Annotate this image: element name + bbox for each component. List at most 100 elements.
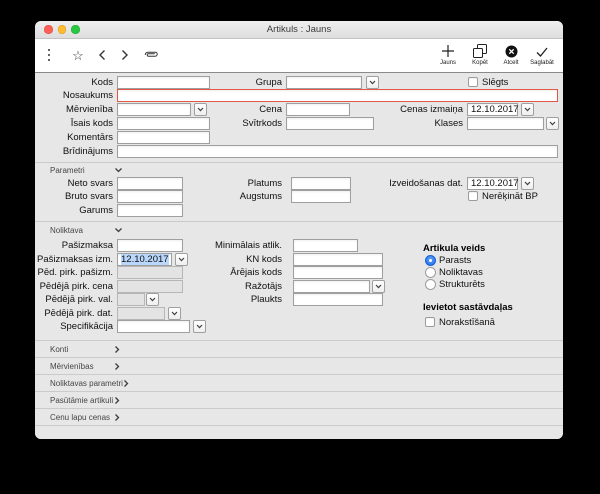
minimalais-atlik-label: Minimālais atlik.: [175, 239, 282, 252]
section-divider: [35, 408, 563, 409]
minimize-window-button[interactable]: [58, 25, 67, 34]
specifikacija-input[interactable]: [117, 320, 190, 333]
copy-icon: [473, 43, 487, 58]
chevron-down-icon: [549, 121, 556, 126]
toolbar: ☆ Jauns Kopēt Atcelt: [35, 39, 563, 73]
attachment-button[interactable]: [140, 39, 162, 71]
klases-input[interactable]: [467, 117, 544, 130]
section-konti-header[interactable]: Konti: [50, 342, 120, 356]
section-noliktavas-parametri-header[interactable]: Noliktavas parametri: [50, 376, 129, 390]
section-divider: [35, 357, 563, 358]
augstums-label: Augstums: [175, 190, 282, 203]
window-title: Artikuls : Jauns: [267, 24, 331, 35]
cena-label: Cena: [175, 103, 282, 116]
section-divider: [35, 425, 563, 426]
plaukts-label: Plaukts: [175, 293, 282, 306]
augstums-input[interactable]: [291, 190, 351, 203]
zoom-window-button[interactable]: [71, 25, 80, 34]
form-area: Kods Grupa Slēgts Nosaukums Mērvienība C…: [35, 73, 563, 439]
bridinajums-label: Brīdinājums: [35, 145, 113, 158]
minimalais-atlik-input[interactable]: [293, 239, 358, 252]
section-divider: [35, 391, 563, 392]
close-window-button[interactable]: [44, 25, 53, 34]
izveidosanas-dat-date-field[interactable]: 12.10.2017: [467, 177, 518, 190]
pasizmaksa-input[interactable]: [117, 239, 183, 252]
izveidosanas-dat-dropdown-button[interactable]: [521, 177, 534, 190]
kn-kods-label: KN kods: [175, 253, 282, 266]
grupa-input[interactable]: [286, 76, 362, 89]
kn-kods-input[interactable]: [293, 253, 383, 266]
chevron-down-icon: [375, 284, 382, 289]
grupa-label: Grupa: [175, 76, 282, 89]
klases-dropdown-button[interactable]: [546, 117, 559, 130]
komentars-label: Komentārs: [35, 131, 113, 144]
back-button[interactable]: [94, 39, 110, 71]
pedeja-pirk-dat-dropdown-button[interactable]: [168, 307, 181, 320]
chevron-left-icon: [98, 49, 106, 61]
pasizmaksas-izm-label: Pašizmaksas izm.: [35, 253, 113, 266]
platums-label: Platums: [175, 177, 282, 190]
favorite-star-icon[interactable]: ☆: [69, 39, 87, 71]
new-button[interactable]: Jauns: [430, 43, 466, 66]
section-noliktava-header[interactable]: Noliktava: [50, 223, 123, 237]
cancel-circle-icon: [505, 43, 518, 58]
overflow-menu-icon[interactable]: [43, 39, 55, 71]
chevron-down-icon: [114, 167, 123, 173]
chevron-down-icon: [171, 311, 178, 316]
nosaukums-input[interactable]: [117, 89, 558, 102]
nerekinat-bp-label: Nerēķināt BP: [482, 190, 538, 203]
grupa-dropdown-button[interactable]: [366, 76, 379, 89]
bruto-svars-input[interactable]: [117, 190, 183, 203]
platums-input[interactable]: [291, 177, 351, 190]
norakstisana-checkbox[interactable]: [425, 317, 435, 327]
plaukts-input[interactable]: [293, 293, 383, 306]
razotajs-label: Ražotājs: [175, 280, 282, 293]
nerekinat-bp-checkbox[interactable]: [468, 191, 478, 201]
slegts-checkbox[interactable]: [468, 77, 478, 87]
neto-svars-input[interactable]: [117, 177, 183, 190]
klases-label: Klases: [357, 117, 463, 130]
app-window: Artikuls : Jauns ☆ Jauns Kopēt: [35, 21, 563, 439]
komentars-input[interactable]: [117, 131, 210, 144]
specifikacija-dropdown-button[interactable]: [193, 320, 206, 333]
chevron-right-icon: [114, 413, 120, 422]
ped-pirk-pasizm-label: Pēd. pirk. pašizm.: [35, 266, 113, 279]
chevron-right-icon: [123, 379, 129, 388]
section-mervienibas-header[interactable]: Mērvienības: [50, 359, 120, 373]
checkmark-icon: [535, 43, 549, 58]
radio-noliktavas[interactable]: [425, 267, 436, 278]
chevron-down-icon: [114, 227, 123, 233]
nosaukums-label: Nosaukums: [35, 89, 113, 102]
pedeja-pirk-val-dropdown-button[interactable]: [146, 293, 159, 306]
isais-kods-label: Īsais kods: [35, 117, 113, 130]
chevron-down-icon: [369, 80, 376, 85]
cena-input[interactable]: [286, 103, 350, 116]
garums-input[interactable]: [117, 204, 183, 217]
section-divider: [35, 221, 563, 222]
razotajs-input[interactable]: [293, 280, 370, 293]
section-pasutamie-artikuli-header[interactable]: Pasūtāmie artikuli: [50, 393, 120, 407]
chevron-right-icon: [114, 396, 120, 405]
pasizmaksas-izm-date-field[interactable]: 12.10.2017: [117, 253, 172, 266]
cenas-izmaina-date-field[interactable]: 12.10.2017: [467, 103, 518, 116]
cenas-izmaina-dropdown-button[interactable]: [521, 103, 534, 116]
specifikacija-label: Specifikācija: [35, 320, 113, 333]
radio-strukturets[interactable]: [425, 279, 436, 290]
section-parametri-header[interactable]: Parametri: [50, 163, 123, 177]
save-button[interactable]: Saglabāt: [524, 43, 560, 66]
arejais-kods-input[interactable]: [293, 266, 383, 279]
forward-button[interactable]: [117, 39, 133, 71]
bridinajums-input[interactable]: [117, 145, 558, 158]
norakstisana-label: Norakstīšanā: [439, 316, 495, 329]
paperclip-icon: [142, 50, 160, 60]
garums-label: Garums: [35, 204, 113, 217]
pasizmaksa-label: Pašizmaksa: [35, 239, 113, 252]
chevron-down-icon: [524, 107, 531, 112]
chevron-down-icon: [196, 324, 203, 329]
radio-parasts[interactable]: [425, 255, 436, 266]
titlebar: Artikuls : Jauns: [35, 21, 563, 39]
razotajs-dropdown-button[interactable]: [372, 280, 385, 293]
chevron-down-icon: [149, 297, 156, 302]
section-cenu-lapu-cenas-header[interactable]: Cenu lapu cenas: [50, 410, 120, 424]
neto-svars-label: Neto svars: [35, 177, 113, 190]
